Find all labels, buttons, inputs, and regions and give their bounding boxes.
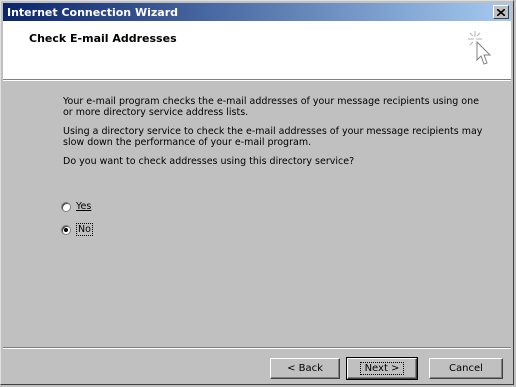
description-paragraph-1: Your e-mail program checks the e-mail ad… [63, 96, 479, 118]
yes-radio-label[interactable]: Yes [76, 201, 91, 212]
description-paragraph-2: Using a directory service to check the e… [63, 126, 483, 148]
cancel-button[interactable]: Cancel [429, 358, 503, 379]
header-panel: Check E-mail Addresses [3, 21, 511, 80]
next-button-label: Next > [359, 362, 405, 375]
yes-radio[interactable] [61, 201, 71, 212]
back-button-label: < Back [287, 363, 323, 374]
title-bar[interactable]: Internet Connection Wizard [3, 3, 511, 21]
radio-option-yes[interactable]: Yes [61, 201, 91, 212]
no-radio-label[interactable]: No [76, 223, 93, 236]
next-button[interactable]: Next > [346, 357, 418, 380]
content-area: Your e-mail program checks the e-mail ad… [63, 96, 483, 175]
window-title: Internet Connection Wizard [7, 5, 178, 19]
header-divider [3, 80, 511, 81]
wizard-cursor-icon [465, 29, 495, 71]
radio-option-no[interactable]: No [61, 223, 93, 236]
footer-divider [3, 347, 511, 349]
page-title: Check E-mail Addresses [29, 32, 177, 45]
wizard-window: Internet Connection Wizard Check E-mail … [0, 0, 514, 385]
question-text: Do you want to check addresses using thi… [63, 156, 355, 167]
cancel-button-label: Cancel [449, 363, 483, 374]
close-button[interactable] [493, 5, 509, 19]
no-radio[interactable] [61, 224, 71, 235]
back-button[interactable]: < Back [270, 358, 340, 379]
close-icon [497, 8, 505, 16]
